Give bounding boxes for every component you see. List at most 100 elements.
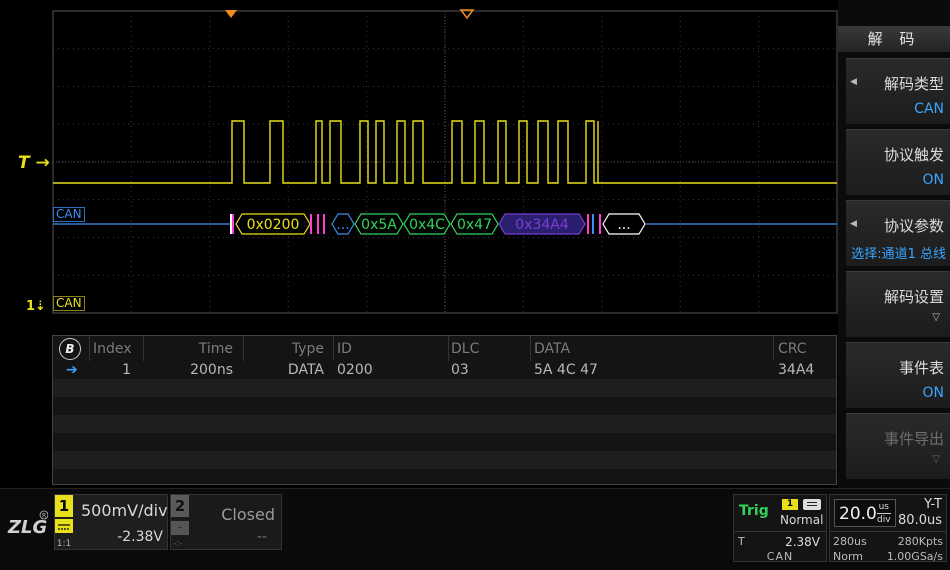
- table-stripe: [53, 397, 836, 415]
- table-stripe: [53, 451, 836, 469]
- header-data: DATA: [534, 341, 571, 357]
- cell-id: 0200: [337, 362, 373, 378]
- event-export-label: 事件导出: [883, 430, 944, 448]
- memory-depth: 280Kpts: [897, 535, 943, 548]
- trigger-source: 1: [782, 499, 798, 510]
- dc-coupling-icon: [55, 519, 73, 533]
- protocol-params-label: 协议参数: [883, 217, 944, 235]
- softkey-menu: 解 码 ◀ 解码类型 CAN 协议触发 ON ◀ 协议参数 选择:通道1 总线 …: [838, 0, 950, 488]
- menu-title: 解 码: [838, 26, 950, 52]
- svg-text:R: R: [42, 513, 46, 520]
- svg-text:ZLG: ZLG: [7, 517, 47, 538]
- channel-decode-label: CAN: [53, 296, 85, 311]
- decode-settings-label: 解码设置: [883, 288, 944, 306]
- ch1-ground-marker[interactable]: 1⇣: [26, 299, 46, 314]
- event-table[interactable]: B Index Time Type ID DLC DATA CRC ➔ 1 20…: [52, 335, 837, 485]
- trigger-protocol: CAN: [766, 550, 794, 563]
- trigger-mode: Normal: [780, 513, 824, 527]
- decode-packet-label: ...: [336, 217, 349, 233]
- sample-rate: 1.00GSa/s: [886, 550, 943, 563]
- decode-packet-label: ...: [617, 217, 630, 233]
- waveform-canvas: 0x0200... 0x5A 0x4C 0x47 0x34A4...: [52, 9, 838, 314]
- decode-settings-button[interactable]: 解码设置 ▽: [846, 271, 950, 337]
- timebase-unit-top: us: [878, 502, 889, 512]
- timebase-unit: us div: [877, 502, 891, 525]
- timebase-scale[interactable]: 20.0 us div: [834, 499, 896, 527]
- ch2-offset: --: [256, 529, 267, 545]
- decode-type-value: CAN: [914, 101, 944, 117]
- acquisition-position: 280us: [833, 535, 867, 548]
- status-bar: ZLG R 1 1:1 500mV/div -2.38V 2 – -:- Clo…: [0, 488, 950, 570]
- protocol-trigger-value: ON: [922, 172, 945, 188]
- trigger-title: Trig: [739, 503, 769, 519]
- decode-bus-label: CAN: [53, 207, 85, 222]
- event-table-value: ON: [922, 385, 945, 401]
- zlg-logo: ZLG R: [7, 510, 48, 538]
- decode-type-label: 解码类型: [883, 75, 944, 93]
- ch2-coupling-icon: –: [171, 521, 189, 535]
- ch1-offset: -2.38V: [117, 529, 163, 545]
- trigger-level-marker[interactable]: T →: [18, 153, 50, 173]
- time-mode: Y-T: [924, 497, 942, 512]
- protocol-params-button[interactable]: ◀ 协议参数 选择:通道1 总线: [846, 200, 950, 266]
- protocol-trigger-label: 协议触发: [883, 146, 944, 164]
- timebase-settings[interactable]: 20.0 us div Y-T 80.0us 280us 280Kpts Norm…: [829, 494, 947, 563]
- waveform-display[interactable]: 0x0200... 0x5A 0x4C 0x47 0x34A4... T → CAN C…: [0, 0, 838, 332]
- ch1-probe-ratio: 1:1: [56, 539, 72, 549]
- timebase-unit-bottom: div: [877, 515, 891, 525]
- can-decode-bus: 0x0200... 0x5A 0x4C 0x47 0x34A4...: [53, 213, 837, 235]
- ch2-settings[interactable]: 2 – -:- Closed --: [170, 494, 282, 550]
- header-dlc: DLC: [451, 341, 480, 357]
- trigger-settings[interactable]: Trig 1 Normal T 2.38V CAN: [733, 494, 827, 563]
- trigger-level: 2.38V: [785, 535, 820, 549]
- current-row-arrow-icon: ➔: [66, 362, 78, 378]
- header-time: Time: [198, 341, 233, 357]
- event-table-button[interactable]: 事件表 ON: [846, 342, 950, 408]
- cell-dlc: 03: [451, 362, 469, 378]
- caret-left-icon: ◀: [850, 219, 857, 229]
- chevron-down-icon: ▽: [932, 454, 940, 465]
- protocol-params-value: 选择:通道1 总线: [851, 247, 946, 262]
- table-stripe: [53, 379, 836, 397]
- bus-b-icon: B: [59, 338, 81, 360]
- ch2-probe-ratio: -:-: [173, 539, 183, 549]
- table-stripe: [53, 415, 836, 433]
- decode-packet-label: 0x34A4: [515, 217, 569, 233]
- decode-packet-label: 0x4C: [409, 217, 445, 233]
- header-id: ID: [337, 341, 352, 357]
- ch2-state: Closed: [221, 505, 275, 524]
- table-stripe: [53, 433, 836, 451]
- acquisition-mode: Norm: [833, 550, 864, 563]
- divider: [830, 531, 946, 532]
- decode-packet-label: 0x5A: [361, 217, 397, 233]
- caret-left-icon: ◀: [850, 77, 857, 87]
- cell-time: 200ns: [190, 362, 233, 378]
- horizontal-offset: 80.0us: [898, 513, 942, 528]
- timebase-value: 20.0: [839, 504, 877, 524]
- table-stripe: [53, 469, 836, 484]
- table-row[interactable]: ➔ 1 200ns DATA 0200 03 5A 4C 47 34A4: [53, 361, 836, 379]
- ch1-vertical-scale: 500mV/div: [81, 501, 168, 520]
- trigger-type: T: [738, 535, 745, 548]
- graticule-grid: [52, 10, 838, 314]
- cell-data: 5A 4C 47: [534, 362, 598, 378]
- ch1-settings[interactable]: 1 1:1 500mV/div -2.38V: [54, 494, 168, 550]
- ch1-number: 1: [55, 495, 73, 517]
- table-header-row: B Index Time Type ID DLC DATA CRC: [53, 338, 836, 360]
- event-export-button[interactable]: 事件导出 ▽: [846, 413, 950, 479]
- ch2-number: 2: [171, 495, 189, 517]
- chevron-down-icon: ▽: [932, 312, 940, 323]
- divider: [734, 531, 826, 532]
- event-table-label: 事件表: [898, 359, 944, 377]
- protocol-trigger-button[interactable]: 协议触发 ON: [846, 129, 950, 195]
- decode-packet-label: 0x47: [457, 217, 492, 233]
- header-index: Index: [93, 341, 132, 357]
- header-crc: CRC: [778, 341, 807, 357]
- cell-type: DATA: [287, 362, 324, 378]
- trigger-position-marker[interactable]: [225, 10, 237, 18]
- trigger-slope-icon: [803, 499, 821, 510]
- decode-type-button[interactable]: ◀ 解码类型 CAN: [846, 58, 950, 124]
- cell-crc: 34A4: [778, 362, 815, 378]
- decode-packet-label: 0x0200: [247, 217, 300, 233]
- cell-index: 1: [122, 362, 131, 378]
